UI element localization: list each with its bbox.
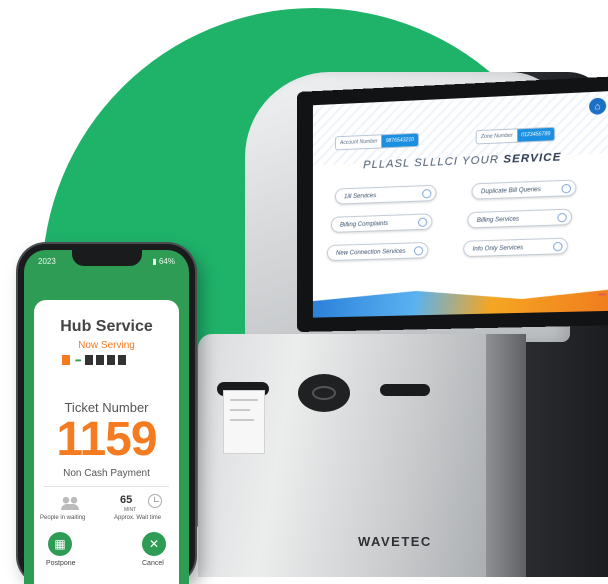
queue-dots: ••• (75, 355, 81, 365)
kiosk-body (198, 334, 494, 577)
ticket-card: Hub Service Now Serving ••• Ticket Numbe… (34, 300, 179, 584)
card-reader-ring (312, 386, 336, 400)
queue-indicator: ••• (62, 355, 127, 365)
now-serving-label: Now Serving (78, 340, 135, 351)
service-button-icon (557, 212, 567, 223)
postpone-label: Postpone (46, 560, 76, 567)
kiosk-body-side (486, 334, 526, 577)
service-button[interactable]: Info Only Services (463, 237, 568, 258)
phone-screen: 2023 ▮ 64% Hub Service Now Serving ••• T… (24, 250, 189, 584)
people-icon (60, 496, 80, 510)
screen-brand-mark: ■■■ (598, 291, 607, 297)
service-button-icon (418, 217, 428, 228)
person-icon (62, 355, 70, 365)
service-button-icon (422, 189, 432, 199)
person-icon (107, 355, 116, 365)
phone: 2023 ▮ 64% Hub Service Now Serving ••• T… (18, 244, 195, 584)
screen-title-emphasis: SERVICE (503, 151, 562, 166)
service-button-icon (413, 246, 424, 256)
person-icon (118, 355, 127, 365)
service-button-label: Billing Services (476, 216, 520, 225)
kiosk-head: ⌂ Account Number 9876543210 Zone Number … (245, 72, 608, 342)
phone-notch (72, 250, 142, 266)
wait-time-unit: MINT (124, 507, 137, 513)
ticket-number: 1159 (56, 413, 157, 466)
service-button[interactable]: Billing Services (467, 208, 573, 229)
kiosk-screen-bezel: ⌂ Account Number 9876543210 Zone Number … (297, 75, 608, 333)
service-button[interactable]: Billing Complaints (330, 213, 433, 233)
service-button[interactable]: Duplicate Bill Queries (471, 179, 577, 200)
service-button-icon (553, 241, 563, 252)
service-button-icon (561, 183, 572, 194)
close-icon: ✕ (148, 537, 160, 551)
people-waiting-label: People in waiting (40, 515, 86, 521)
account-number-value: 9876543210 (381, 133, 419, 148)
card-reader[interactable] (298, 374, 350, 412)
cancel-label: Cancel (142, 560, 164, 567)
wait-time-label: Approx. Wait time (114, 515, 162, 521)
app-title: Hub Service (60, 318, 153, 335)
service-button-label: Info Only Services (472, 245, 524, 253)
ticket-paper[interactable] (223, 390, 265, 454)
service-button-label: New Connection Services (335, 248, 406, 257)
person-icon (85, 355, 94, 365)
status-time: 2023 (38, 257, 56, 266)
battery-level: 64% (158, 257, 175, 266)
payment-type: Non Cash Payment (63, 468, 150, 479)
card-slot[interactable] (380, 384, 430, 396)
zone-number-value: 0123456789 (516, 127, 555, 142)
service-button-label: 1ill Services (343, 193, 377, 201)
service-button[interactable]: 1ill Services (334, 184, 437, 205)
zone-number-label: Zone Number (480, 132, 513, 141)
divider (44, 486, 169, 487)
account-number-label: Account Number (339, 138, 378, 147)
status-battery: ▮ 64% (152, 257, 175, 266)
kiosk-screen: ⌂ Account Number 9876543210 Zone Number … (312, 90, 608, 318)
service-button-label: Duplicate Bill Queries (480, 186, 541, 196)
postpone-button[interactable]: ▦ (48, 532, 72, 556)
cancel-button[interactable]: ✕ (142, 532, 166, 556)
person-icon (96, 355, 105, 365)
brand-logo: WAVETEC (358, 534, 432, 549)
service-button-label: Billing Complaints (339, 220, 389, 229)
screen-footer-wave (313, 280, 608, 318)
service-button[interactable]: New Connection Services (326, 241, 429, 262)
wait-time-value: 65 (120, 494, 133, 506)
calendar-icon: ▦ (54, 537, 66, 551)
clock-icon (148, 494, 162, 508)
kiosk: ⌂ Account Number 9876543210 Zone Number … (190, 72, 608, 577)
